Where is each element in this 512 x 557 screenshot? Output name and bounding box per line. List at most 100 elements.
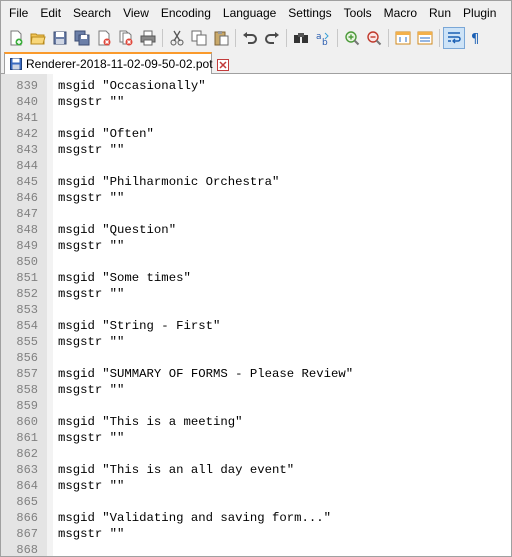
word-wrap-button[interactable] — [443, 26, 465, 49]
editor-line[interactable]: 846 msgstr "" — [1, 190, 511, 206]
line-number: 840 — [16, 95, 38, 109]
menu-language[interactable]: Language — [217, 1, 282, 25]
editor-line[interactable]: 862 — [1, 446, 511, 462]
editor-line[interactable]: 861 msgstr "" — [1, 430, 511, 446]
close-all-button[interactable] — [115, 27, 137, 49]
line-number: 868 — [16, 543, 38, 556]
editor-line[interactable]: 854 msgid "String - First" — [1, 318, 511, 334]
editor-line[interactable]: 842 msgid "Often" — [1, 126, 511, 142]
editor-line[interactable]: 850 — [1, 254, 511, 270]
editor-line[interactable]: 865 — [1, 494, 511, 510]
menu-view[interactable]: View — [117, 1, 155, 25]
line-number: 850 — [16, 255, 38, 269]
copy-button[interactable] — [188, 27, 210, 49]
open-file-icon — [30, 33, 46, 44]
open-file-button[interactable] — [27, 27, 49, 49]
line-number: 849 — [16, 239, 38, 253]
editor-line[interactable]: 864 msgstr "" — [1, 478, 511, 494]
editor-lines: 839 msgid "Occasionally" 840 msgstr "" 841 84… — [1, 78, 511, 556]
find-icon — [294, 32, 308, 43]
cut-button[interactable] — [166, 27, 188, 49]
line-number: 861 — [16, 431, 38, 445]
code-text: msgstr "" — [58, 431, 125, 445]
line-number: 855 — [16, 335, 38, 349]
code-text: msgid "String - First" — [58, 319, 221, 333]
editor-line[interactable]: 840 msgstr "" — [1, 94, 511, 110]
zoom-out-icon — [367, 30, 382, 45]
editor-line[interactable]: 868 — [1, 542, 511, 556]
editor-line[interactable]: 843 msgstr "" — [1, 142, 511, 158]
menu-settings[interactable]: Settings — [282, 1, 337, 25]
undo-button[interactable] — [239, 27, 261, 49]
line-number: 858 — [16, 383, 38, 397]
find-button[interactable] — [290, 27, 312, 49]
editor-line[interactable]: 839 msgid "Occasionally" — [1, 78, 511, 94]
editor-line[interactable]: 858 msgstr "" — [1, 382, 511, 398]
sync-horizontal-button[interactable] — [414, 27, 436, 49]
editor-line[interactable]: 863 msgid "This is an all day event" — [1, 462, 511, 478]
print-button[interactable] — [137, 27, 159, 49]
replace-button[interactable]: ab — [312, 27, 334, 49]
menu-edit[interactable]: Edit — [34, 1, 67, 25]
editor-line[interactable]: 845 msgid "Philharmonic Orchestra" — [1, 174, 511, 190]
editor-line[interactable]: 860 msgid "This is a meeting" — [1, 414, 511, 430]
menu-encoding[interactable]: Encoding — [155, 1, 217, 25]
menu-search[interactable]: Search — [67, 1, 117, 25]
tab-bar: Renderer-2018-11-02-09-50-02.pot — [1, 50, 511, 74]
line-number: 863 — [16, 463, 38, 477]
line-number: 841 — [16, 111, 38, 125]
tab-close-icon[interactable] — [216, 58, 229, 71]
code-text: msgstr "" — [58, 191, 125, 205]
line-number: 845 — [16, 175, 38, 189]
editor-line[interactable]: 855 msgstr "" — [1, 334, 511, 350]
editor-line[interactable]: 859 — [1, 398, 511, 414]
editor-line[interactable]: 867 msgstr "" — [1, 526, 511, 542]
editor-line[interactable]: 866 msgid "Validating and saving form..." — [1, 510, 511, 526]
zoom-out-button[interactable] — [363, 27, 385, 49]
code-text: msgstr "" — [58, 479, 125, 493]
line-number: 852 — [16, 287, 38, 301]
editor-line[interactable]: 852 msgstr "" — [1, 286, 511, 302]
paste-icon — [214, 30, 229, 45]
code-text: msgid "Some times" — [58, 271, 191, 285]
editor-area[interactable]: 839 msgid "Occasionally" 840 msgstr "" 841 84… — [1, 74, 511, 556]
menu-file[interactable]: File — [1, 1, 34, 25]
new-file-button[interactable] — [5, 27, 27, 49]
code-text: msgid "This is an all day event" — [58, 463, 295, 477]
file-modified-icon — [9, 57, 23, 71]
editor-line[interactable]: 853 — [1, 302, 511, 318]
save-all-button[interactable] — [71, 27, 93, 49]
zoom-in-button[interactable] — [341, 27, 363, 49]
tab-renderer-pot[interactable]: Renderer-2018-11-02-09-50-02.pot — [4, 52, 229, 74]
line-number: 848 — [16, 223, 38, 237]
show-all-characters-button[interactable]: ¶ — [465, 27, 487, 49]
editor-line[interactable]: 856 — [1, 350, 511, 366]
line-number: 866 — [16, 511, 38, 525]
editor-line[interactable]: 857 msgid "SUMMARY OF FORMS - Please Revi… — [1, 366, 511, 382]
redo-button[interactable] — [261, 27, 283, 49]
code-text: msgstr "" — [58, 95, 125, 109]
line-number: 853 — [16, 303, 38, 317]
paste-button[interactable] — [210, 27, 232, 49]
save-button[interactable] — [49, 27, 71, 49]
editor-line[interactable]: 844 — [1, 158, 511, 174]
editor-line[interactable]: 849 msgstr "" — [1, 238, 511, 254]
editor-line[interactable]: 851 msgid "Some times" — [1, 270, 511, 286]
code-text: msgstr "" — [58, 143, 125, 157]
menu-macro[interactable]: Macro — [378, 1, 423, 25]
menu-tools[interactable]: Tools — [338, 1, 378, 25]
editor-line[interactable]: 841 — [1, 110, 511, 126]
menu-plugins[interactable]: Plugin — [457, 1, 502, 25]
code-text: msgid "Occasionally" — [58, 79, 206, 93]
editor-line[interactable]: 847 — [1, 206, 511, 222]
code-text: msgid "SUMMARY OF FORMS - Please Review" — [58, 367, 354, 381]
menu-run[interactable]: Run — [423, 1, 457, 25]
sync-vertical-button[interactable] — [392, 27, 414, 49]
close-icon — [98, 30, 111, 45]
editor-line[interactable]: 848 msgid "Question" — [1, 222, 511, 238]
sync-horizontal-icon — [417, 31, 433, 44]
close-button[interactable] — [93, 27, 115, 49]
line-number: 842 — [16, 127, 38, 141]
toolbar-separator — [388, 28, 389, 47]
replace-icon: ab — [316, 32, 329, 46]
